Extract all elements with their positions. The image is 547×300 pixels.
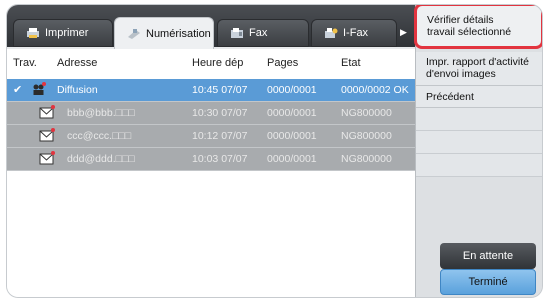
menu-empty-slot (416, 108, 542, 131)
row-pages: 0000/0001 (267, 107, 317, 119)
previous-button[interactable]: Précédent (416, 86, 542, 108)
table-row-selected[interactable]: ✔ Diffusion 10:45 07/07 0000/0001 0000/0… (7, 79, 415, 102)
print-report-button[interactable]: Impr. rapport d'activité d'envoi images (416, 52, 542, 86)
envelope-icon (39, 128, 55, 142)
job-status-screen: Imprimer Numérisation Fax I-Fax ▶ Trav. … (6, 4, 543, 298)
tab-scan[interactable]: Numérisation (114, 17, 214, 49)
header-job: Trav. (13, 57, 37, 69)
side-menu: Vérifier détails travail sélectionné Imp… (414, 5, 542, 297)
tab-fax-label: Fax (249, 27, 268, 39)
table-row[interactable]: bbb@bbb.□□□ 10:30 07/07 0000/0001 NG8000… (7, 102, 415, 125)
row-status: 0000/0002 OK (341, 84, 409, 96)
verify-details-line2: travail sélectionné (427, 26, 512, 38)
table-row[interactable]: ddd@ddd.□□□ 10:03 07/07 0000/0001 NG8000… (7, 148, 415, 171)
header-pages: Pages (267, 57, 299, 69)
tab-scan-label: Numérisation (146, 27, 211, 40)
row-status: NG800000 (341, 153, 392, 165)
row-pages: 0000/0001 (267, 130, 317, 142)
tab-fax[interactable]: Fax (217, 19, 309, 47)
print-report-line2: d'envoi images (426, 68, 496, 80)
row-status: NG800000 (341, 107, 392, 119)
waiting-label: En attente (462, 250, 514, 262)
tab-print[interactable]: Imprimer (13, 19, 113, 47)
print-report-line1: Impr. rapport d'activité (426, 56, 529, 68)
checkmark-icon: ✔ (13, 84, 23, 96)
tab-print-label: Imprimer (45, 27, 89, 39)
header-address: Adresse (57, 57, 98, 69)
row-address: ccc@ccc.□□□ (67, 130, 132, 142)
done-button[interactable]: Terminé (440, 269, 536, 295)
row-time: 10:30 07/07 (192, 107, 248, 119)
menu-empty-slot (416, 131, 542, 154)
broadcast-icon (33, 82, 46, 95)
scanner-icon (127, 28, 141, 40)
job-list: Trav. Adresse Heure dép Pages Etat ✔ Dif… (7, 49, 415, 297)
row-address: bbb@bbb.□□□ (67, 107, 135, 119)
row-time: 10:12 07/07 (192, 130, 248, 142)
previous-label: Précédent (426, 91, 474, 103)
table-row[interactable]: ccc@ccc.□□□ 10:12 07/07 0000/0001 NG8000… (7, 125, 415, 148)
fax-icon (230, 27, 244, 39)
verify-details-button[interactable]: Vérifier détails travail sélectionné (414, 5, 542, 49)
menu-empty-slot (416, 154, 542, 177)
printer-icon (26, 27, 40, 39)
tab-scroll-right-icon[interactable]: ▶ (400, 27, 410, 39)
row-time: 10:45 07/07 (192, 84, 248, 96)
envelope-icon (39, 151, 55, 165)
verify-details-line1: Vérifier détails (427, 14, 494, 26)
row-pages: 0000/0001 (267, 84, 317, 96)
row-pages: 0000/0001 (267, 153, 317, 165)
row-time: 10:03 07/07 (192, 153, 248, 165)
tab-ifax[interactable]: I-Fax (311, 19, 397, 47)
row-address: ddd@ddd.□□□ (67, 153, 135, 165)
ifax-icon (324, 27, 338, 39)
row-address: Diffusion (57, 84, 98, 96)
row-status: NG800000 (341, 130, 392, 142)
table-header: Trav. Adresse Heure dép Pages Etat (7, 49, 415, 75)
header-status: Etat (341, 57, 361, 69)
waiting-button[interactable]: En attente (440, 243, 536, 269)
header-time: Heure dép (192, 57, 244, 69)
tab-ifax-label: I-Fax (343, 27, 369, 39)
done-label: Terminé (468, 276, 508, 288)
envelope-icon (39, 105, 55, 119)
